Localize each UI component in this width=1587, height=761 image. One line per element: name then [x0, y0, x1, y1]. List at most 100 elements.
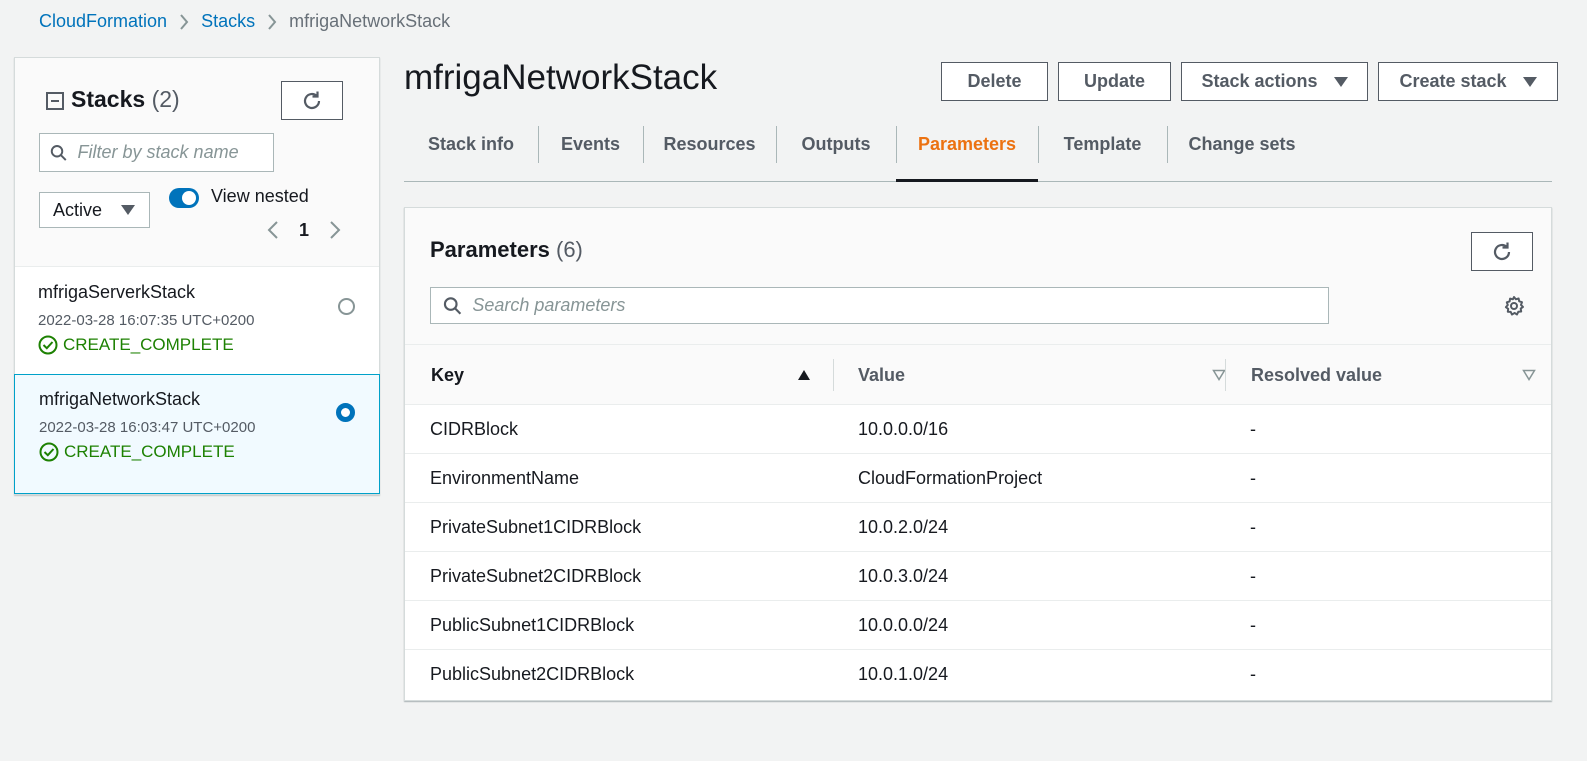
stack-select-radio[interactable] [338, 298, 355, 315]
breadcrumb: CloudFormation Stacks mfrigaNetworkStack [39, 11, 450, 32]
param-key: PrivateSubnet1CIDRBlock [430, 517, 642, 537]
param-key: CIDRBlock [430, 419, 519, 439]
gear-icon[interactable] [1503, 295, 1525, 317]
parameters-search-input[interactable] [472, 295, 1328, 316]
stacks-panel: Stacks (2) Active View nested 1 mfrigaSe… [14, 57, 380, 495]
param-key: EnvironmentName [430, 468, 580, 488]
parameters-panel: Parameters (6) Key Value Resolved value [404, 207, 1552, 701]
parameters-table-header: Key Value Resolved value [405, 345, 1551, 405]
search-icon [50, 144, 67, 161]
page-title: mfrigaNetworkStack [404, 58, 718, 97]
caret-down-icon [1522, 76, 1537, 87]
column-header-value[interactable]: Value [858, 345, 1226, 405]
param-key: PublicSubnet2CIDRBlock [430, 664, 635, 684]
table-row: PrivateSubnet1CIDRBlock 10.0.2.0/24 - [405, 503, 1551, 552]
tab-resources[interactable]: Resources [643, 126, 776, 182]
param-resolved-value: - [1250, 468, 1256, 488]
param-value: 10.0.2.0/24 [858, 517, 949, 537]
stack-name: mfrigaServerkStack [38, 282, 196, 302]
tab-parameters[interactable]: Parameters [896, 126, 1038, 182]
stack-status-text: CREATE_COMPLETE [64, 442, 235, 461]
parameters-header: Parameters (6) [405, 208, 1551, 345]
stack-tabs: Stack info Events Resources Outputs Para… [404, 126, 1552, 182]
stacks-count: (2) [151, 86, 180, 112]
stacks-refresh-button[interactable] [281, 81, 343, 120]
table-row: EnvironmentName CloudFormationProject - [405, 454, 1551, 503]
table-row: PrivateSubnet2CIDRBlock 10.0.3.0/24 - [405, 552, 1551, 601]
parameters-refresh-button[interactable] [1471, 232, 1533, 271]
refresh-icon [1493, 242, 1511, 260]
column-header-resolved-value[interactable]: Resolved value [1251, 345, 1536, 405]
breadcrumb-current: mfrigaNetworkStack [289, 11, 451, 31]
update-button[interactable]: Update [1058, 62, 1171, 101]
sort-icon[interactable] [1522, 369, 1536, 381]
tab-template[interactable]: Template [1038, 126, 1167, 182]
column-header-key[interactable]: Key [431, 345, 811, 405]
param-value: 10.0.3.0/24 [858, 566, 949, 586]
stacks-panel-header: Stacks (2) Active View nested 1 [15, 58, 379, 267]
stack-status: CREATE_COMPLETE [38, 335, 379, 355]
column-key-label: Key [431, 364, 465, 385]
table-row: PublicSubnet1CIDRBlock 10.0.0.0/24 - [405, 601, 1551, 650]
success-icon [38, 335, 58, 355]
stacks-title-text: Stacks [71, 86, 146, 112]
parameters-title-text: Parameters [430, 237, 550, 262]
stack-filter-input[interactable] [77, 142, 273, 163]
param-resolved-value: - [1250, 664, 1256, 684]
table-row: CIDRBlock 10.0.0.0/16 - [405, 405, 1551, 454]
breadcrumb-cloudformation[interactable]: CloudFormation [39, 11, 167, 32]
stack-actions-label: Stack actions [1201, 71, 1318, 91]
prev-page-icon[interactable] [259, 216, 287, 244]
view-nested-toggle[interactable] [169, 188, 199, 208]
tab-events[interactable]: Events [538, 126, 643, 182]
table-row: PublicSubnet2CIDRBlock 10.0.1.0/24 - [405, 650, 1551, 699]
param-key: PrivateSubnet2CIDRBlock [430, 566, 642, 586]
tab-outputs[interactable]: Outputs [776, 126, 896, 182]
param-value: CloudFormationProject [858, 468, 1043, 488]
stack-list-item-selected[interactable]: mfrigaNetworkStack 2022-03-28 16:03:47 U… [14, 374, 380, 494]
stack-created-date: 2022-03-28 16:03:47 UTC+0200 [39, 419, 256, 436]
column-resolved-label: Resolved value [1251, 364, 1383, 385]
breadcrumb-stacks[interactable]: Stacks [201, 11, 255, 32]
success-icon [39, 442, 59, 462]
create-stack-label: Create stack [1399, 71, 1507, 91]
param-resolved-value: - [1250, 517, 1256, 537]
chevron-right-icon [179, 13, 189, 30]
view-nested-label: View nested [211, 186, 309, 206]
page-number[interactable]: 1 [287, 220, 321, 241]
stack-status-text: CREATE_COMPLETE [63, 335, 234, 354]
tab-stack-info[interactable]: Stack info [404, 126, 538, 182]
pagination: 1 [259, 216, 349, 244]
param-resolved-value: - [1250, 615, 1256, 635]
param-value: 10.0.0.0/16 [858, 419, 949, 439]
param-value: 10.0.0.0/24 [858, 615, 949, 635]
delete-button-label: Delete [967, 71, 1022, 91]
caret-down-icon [121, 205, 135, 215]
next-page-icon[interactable] [321, 216, 349, 244]
sort-icon[interactable] [1212, 369, 1226, 381]
param-key: PublicSubnet1CIDRBlock [430, 615, 635, 635]
parameters-title: Parameters (6) [430, 237, 583, 263]
stack-select-radio[interactable] [336, 403, 355, 422]
tab-change-sets[interactable]: Change sets [1167, 126, 1317, 182]
parameters-count: (6) [556, 237, 583, 262]
stack-actions-button[interactable]: Stack actions [1181, 62, 1368, 101]
create-stack-button[interactable]: Create stack [1378, 62, 1558, 101]
status-filter-value: Active [53, 199, 103, 220]
collapse-icon[interactable] [46, 92, 64, 110]
stack-status: CREATE_COMPLETE [39, 442, 379, 462]
delete-button[interactable]: Delete [941, 62, 1048, 101]
update-button-label: Update [1083, 71, 1145, 91]
column-value-label: Value [858, 364, 906, 385]
stack-list-item[interactable]: mfrigaServerkStack 2022-03-28 16:07:35 U… [15, 268, 379, 378]
column-divider[interactable] [1225, 359, 1226, 391]
stack-created-date: 2022-03-28 16:07:35 UTC+0200 [38, 312, 255, 329]
refresh-icon [303, 91, 321, 109]
sort-ascending-icon[interactable] [797, 369, 811, 381]
search-icon [443, 296, 462, 314]
column-divider[interactable] [833, 359, 834, 391]
chevron-right-icon [267, 13, 277, 30]
status-filter-select[interactable]: Active [39, 192, 150, 228]
param-resolved-value: - [1250, 566, 1256, 586]
stacks-panel-title: Stacks (2) [71, 86, 180, 113]
